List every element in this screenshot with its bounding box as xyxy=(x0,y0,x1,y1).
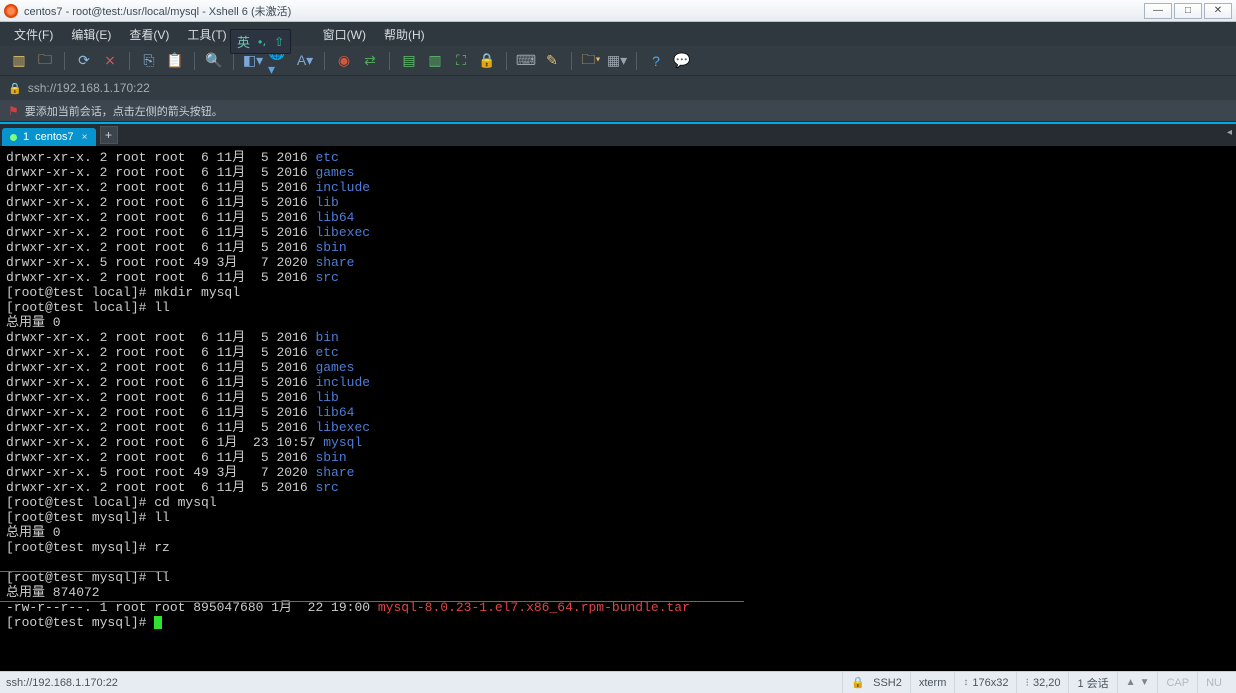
menu-edit[interactable]: 编辑(E) xyxy=(71,26,111,43)
separator xyxy=(506,52,507,70)
address-bar: 🔒 xyxy=(0,76,1236,100)
ime-expand-icon: ⇧ xyxy=(274,35,284,49)
close-button[interactable]: ✕ xyxy=(1204,3,1232,19)
status-caps: CAP xyxy=(1157,672,1197,693)
new-session-button[interactable]: ▥ xyxy=(8,50,30,72)
lock-icon: 🔒 xyxy=(8,82,22,95)
grid-button[interactable]: ▦▾ xyxy=(606,50,628,72)
cursor-icon: ⁝ xyxy=(1025,676,1029,689)
lock-icon: 🔒 xyxy=(851,676,865,689)
resize-icon: ↕ xyxy=(963,677,968,688)
tab-index: 1 xyxy=(23,131,29,143)
status-term: xterm xyxy=(910,672,955,693)
separator xyxy=(194,52,195,70)
terminal[interactable]: drwxr-xr-x. 2 root root 6 11月 5 2016 etc… xyxy=(0,146,1236,671)
find-button[interactable]: 🔍 xyxy=(203,50,225,72)
reconnect-button[interactable]: ⟳ xyxy=(73,50,95,72)
annotation-line xyxy=(0,601,744,602)
status-num: NU xyxy=(1197,672,1230,693)
down-icon: ▼ xyxy=(1140,677,1150,688)
fullscreen-button[interactable]: ⛶ xyxy=(450,50,472,72)
address-input[interactable] xyxy=(28,81,1228,95)
tile-h-button[interactable]: ▤ xyxy=(398,50,420,72)
minimize-button[interactable]: — xyxy=(1144,3,1172,19)
help-button[interactable]: ? xyxy=(645,50,667,72)
tab-label: centos7 xyxy=(35,131,74,143)
xagent-button[interactable]: ◉ xyxy=(333,50,355,72)
connection-status-icon xyxy=(10,134,17,141)
up-icon: ▲ xyxy=(1126,677,1136,688)
toolbar: ▥ 🗀 ⟳ ⨯ ⎘ 📋 🔍 ◧▾ 🌐▾ A▾ ◉ ⇄ ▤ ▥ ⛶ 🔒 ⌨ ✎ 🗀… xyxy=(0,46,1236,76)
paste-button[interactable]: 📋 xyxy=(164,50,186,72)
flag-icon: ⚑ xyxy=(8,104,19,118)
separator xyxy=(571,52,572,70)
status-cursor: 32,20 xyxy=(1033,677,1061,689)
status-address: ssh://192.168.1.170:22 xyxy=(6,677,118,689)
new-folder-button[interactable]: 🗀▾ xyxy=(580,50,602,72)
menubar: 文件(F) 编辑(E) 查看(V) 工具(T) 窗口(W) 帮助(H) xyxy=(0,22,1236,46)
hint-text: 要添加当前会话，点击左侧的箭头按钮。 xyxy=(25,103,223,119)
status-protocol: SSH2 xyxy=(873,677,902,689)
menu-file[interactable]: 文件(F) xyxy=(14,26,53,43)
accent-line xyxy=(0,122,1236,124)
ime-label: 英 xyxy=(237,32,250,51)
separator xyxy=(324,52,325,70)
xftp-button[interactable]: ⇄ xyxy=(359,50,381,72)
disconnect-button[interactable]: ⨯ xyxy=(99,50,121,72)
tab-centos7[interactable]: 1 centos7 × xyxy=(2,128,96,146)
separator xyxy=(389,52,390,70)
highlight-button[interactable]: ✎ xyxy=(541,50,563,72)
separator xyxy=(636,52,637,70)
status-size: 176x32 xyxy=(972,677,1008,689)
new-tab-button[interactable]: + xyxy=(100,126,118,144)
ime-indicator[interactable]: 英 •، ⇧ xyxy=(230,29,291,54)
ime-settings-icon: •، xyxy=(258,35,266,49)
tab-scroll-icon[interactable]: ◂ xyxy=(1227,127,1232,138)
separator xyxy=(64,52,65,70)
menu-window[interactable]: 窗口(W) xyxy=(323,26,366,43)
menu-tools[interactable]: 工具(T) xyxy=(187,26,226,43)
tile-v-button[interactable]: ▥ xyxy=(424,50,446,72)
window-titlebar: centos7 - root@test:/usr/local/mysql - X… xyxy=(0,0,1236,22)
status-sessions: 1 会话 xyxy=(1068,672,1116,693)
app-icon xyxy=(4,4,18,18)
separator xyxy=(233,52,234,70)
window-title: centos7 - root@test:/usr/local/mysql - X… xyxy=(24,3,1144,19)
keyboard-button[interactable]: ⌨ xyxy=(515,50,537,72)
hint-bar: ⚑ 要添加当前会话，点击左侧的箭头按钮。 xyxy=(0,100,1236,122)
copy-button[interactable]: ⎘ xyxy=(138,50,160,72)
tab-strip: 1 centos7 × + ◂ xyxy=(0,122,1236,146)
lock-button[interactable]: 🔒 xyxy=(476,50,498,72)
status-bar: ssh://192.168.1.170:22 🔒 SSH2 xterm ↕ 176x… xyxy=(0,671,1236,693)
open-button[interactable]: 🗀 xyxy=(34,50,56,72)
annotation-line xyxy=(0,571,168,572)
separator xyxy=(129,52,130,70)
menu-view[interactable]: 查看(V) xyxy=(129,26,169,43)
font-button[interactable]: A▾ xyxy=(294,50,316,72)
feedback-button[interactable]: 💬 xyxy=(671,50,693,72)
menu-help[interactable]: 帮助(H) xyxy=(384,26,425,43)
tab-close-button[interactable]: × xyxy=(80,132,90,143)
maximize-button[interactable]: □ xyxy=(1174,3,1202,19)
